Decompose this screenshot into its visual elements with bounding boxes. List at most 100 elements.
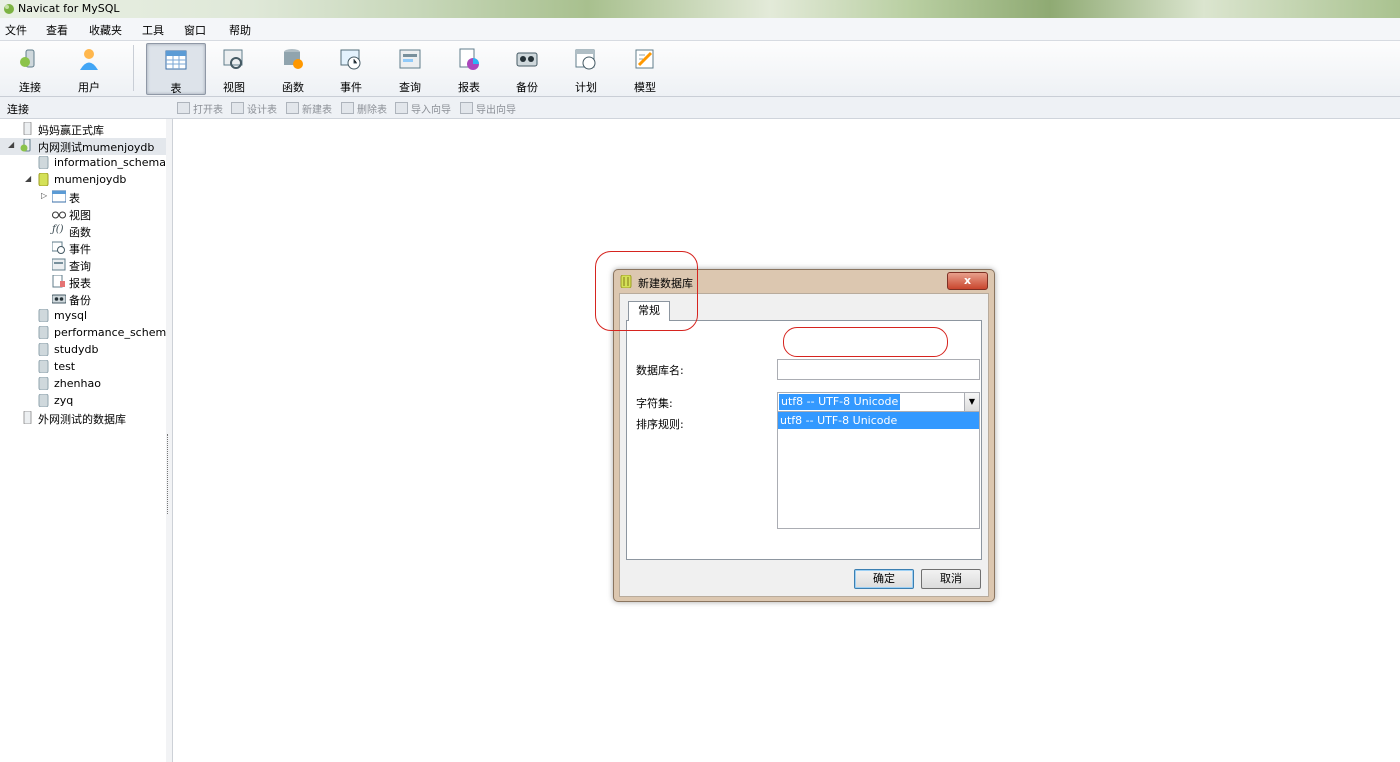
charset-selected-value: utf8 -- UTF-8 Unicode <box>779 394 901 410</box>
toolbar-schedule-button[interactable]: 计划 <box>557 43 615 94</box>
charset-label: 字符集: <box>636 397 673 410</box>
export-wizard-icon <box>460 102 473 114</box>
design-table-icon <box>231 102 244 114</box>
connection-icon <box>20 139 31 152</box>
database-name-input[interactable] <box>777 359 980 380</box>
database-icon <box>38 309 49 322</box>
open-table-icon <box>177 102 190 114</box>
view-icon <box>52 211 66 219</box>
backup-icon <box>52 294 66 304</box>
event-icon <box>340 49 361 70</box>
table-icon <box>52 190 66 203</box>
schedule-icon <box>575 49 596 70</box>
toolbar-event-button[interactable]: 事件 <box>322 43 380 94</box>
object-toolbar: 连接 打开表 设计表 新建表 删除表 导入向导 导出向导 <box>0 97 1400 119</box>
collation-label: 排序规则: <box>636 418 684 431</box>
main-toolbar: 连接 用户 表 视图 函数 事件 查询 报表 备份 计划 模型 <box>0 41 1400 97</box>
toolbar-view-button[interactable]: 视图 <box>205 43 263 94</box>
ok-button[interactable]: 确定 <box>854 569 914 589</box>
dialog-close-button[interactable]: x <box>947 272 988 290</box>
chevron-down-icon[interactable]: ▼ <box>964 393 979 411</box>
tree-database[interactable]: performance_schema <box>0 325 173 342</box>
charset-select[interactable]: utf8 -- UTF-8 Unicode ▼ <box>777 392 980 412</box>
tree-connection[interactable]: 外网测试的数据库 <box>0 410 166 427</box>
connection-icon <box>20 49 35 68</box>
function-icon: ƒ() <box>52 224 64 235</box>
import-wizard-icon <box>395 102 408 114</box>
toolbar-query-button[interactable]: 查询 <box>381 43 439 94</box>
tree-connection[interactable]: ◢ 内网测试mumenjoydb <box>0 138 166 155</box>
menu-bar: 文件 查看 收藏夹 工具 窗口 帮助 <box>0 18 1400 41</box>
tree-item-events[interactable]: 事件 <box>0 240 166 257</box>
user-icon <box>80 49 98 70</box>
tree-connection[interactable]: 妈妈赢正式库 <box>0 121 166 138</box>
window-title: Navicat for MySQL <box>18 2 120 15</box>
tree-item-backups[interactable]: 备份 <box>0 291 166 308</box>
annotation-circle <box>783 327 948 357</box>
delete-table-button[interactable]: 删除表 <box>341 101 387 116</box>
export-wizard-button[interactable]: 导出向导 <box>460 101 516 116</box>
model-icon <box>635 49 654 69</box>
query-icon <box>52 258 66 271</box>
report-icon <box>459 48 479 70</box>
database-icon <box>38 377 49 390</box>
menu-tools[interactable]: 工具 <box>142 22 164 38</box>
tree-database[interactable]: studydb <box>0 342 166 359</box>
tree-item-queries[interactable]: 查询 <box>0 257 166 274</box>
tree-item-views[interactable]: 视图 <box>0 206 166 223</box>
toolbar-function-button[interactable]: 函数 <box>264 43 322 94</box>
toolbar-table-button[interactable]: 表 <box>146 43 206 95</box>
new-table-icon <box>286 102 299 114</box>
database-icon <box>38 326 49 339</box>
panel-header-connection: 连接 <box>7 103 29 116</box>
menu-window[interactable]: 窗口 <box>184 22 206 38</box>
charset-dropdown-list: utf8 -- UTF-8 Unicode <box>777 411 980 529</box>
connection-tree: 妈妈赢正式库 ◢ 内网测试mumenjoydb information_sche… <box>0 119 173 762</box>
expand-arrow-icon[interactable]: ▷ <box>41 191 49 200</box>
menu-favorites[interactable]: 收藏夹 <box>89 22 122 38</box>
design-table-button[interactable]: 设计表 <box>231 101 277 116</box>
database-icon <box>38 360 49 373</box>
new-table-button[interactable]: 新建表 <box>286 101 332 116</box>
tree-database[interactable]: zyq <box>0 393 166 410</box>
connection-icon <box>23 411 32 424</box>
table-icon <box>165 50 187 70</box>
tree-item-tables[interactable]: ▷ 表 <box>0 189 166 206</box>
close-icon: x <box>963 274 972 287</box>
toolbar-model-button[interactable]: 模型 <box>616 43 674 94</box>
import-wizard-button[interactable]: 导入向导 <box>395 101 451 116</box>
view-icon <box>223 49 243 69</box>
tree-database[interactable]: information_schema <box>0 155 166 172</box>
database-name-label: 数据库名: <box>636 364 684 377</box>
tree-item-reports[interactable]: 报表 <box>0 274 166 291</box>
toolbar-connection-button[interactable]: 连接 <box>1 43 59 94</box>
tree-database[interactable]: zhenhao <box>0 376 166 393</box>
menu-file[interactable]: 文件 <box>5 22 27 38</box>
tree-database[interactable]: test <box>0 359 166 376</box>
collapse-arrow-icon[interactable]: ◢ <box>25 174 33 183</box>
report-icon <box>52 275 65 288</box>
title-bar: Navicat for MySQL <box>0 0 1400 18</box>
database-icon <box>38 156 49 169</box>
open-table-button[interactable]: 打开表 <box>177 101 223 116</box>
tree-item-functions[interactable]: ƒ() 函数 <box>0 223 166 240</box>
toolbar-report-button[interactable]: 报表 <box>440 43 498 94</box>
database-icon <box>38 394 49 407</box>
menu-help[interactable]: 帮助 <box>229 22 251 38</box>
connection-icon <box>23 122 32 135</box>
query-icon <box>399 49 421 69</box>
tree-database[interactable]: mysql <box>0 308 166 325</box>
database-open-icon <box>38 173 49 186</box>
delete-table-icon <box>341 102 354 114</box>
toolbar-user-button[interactable]: 用户 <box>60 43 118 94</box>
cancel-button[interactable]: 取消 <box>921 569 981 589</box>
tab-general[interactable]: 常规 <box>628 301 670 321</box>
splitter-grip[interactable] <box>167 434 172 514</box>
event-icon <box>52 241 65 254</box>
charset-option[interactable]: utf8 -- UTF-8 Unicode <box>778 412 979 429</box>
menu-view[interactable]: 查看 <box>46 22 68 38</box>
toolbar-divider <box>133 45 134 91</box>
tree-database[interactable]: ◢ mumenjoydb <box>0 172 166 189</box>
toolbar-backup-button[interactable]: 备份 <box>498 43 556 94</box>
collapse-arrow-icon[interactable]: ◢ <box>8 140 16 149</box>
